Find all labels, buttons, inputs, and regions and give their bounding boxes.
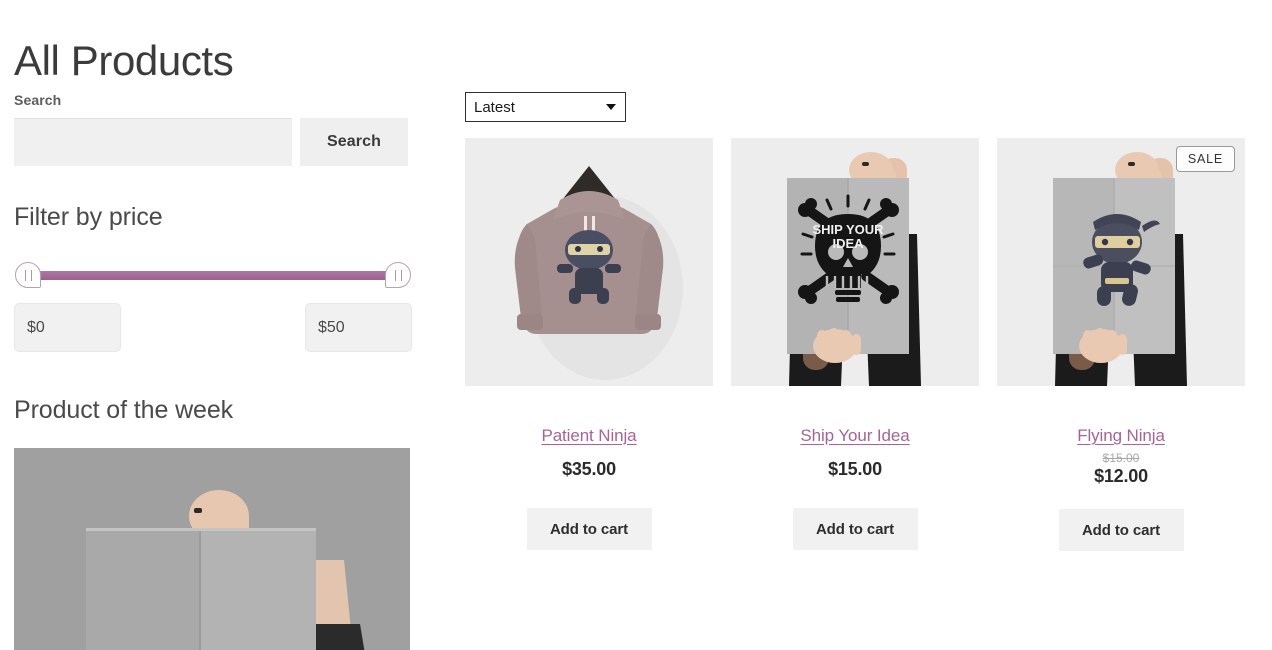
product-title-link[interactable]: Ship Your Idea (800, 426, 909, 446)
product-card: SALE Flying Ninja $15.00 $12.00 Add to c… (997, 138, 1245, 551)
price-slider-handle-max[interactable] (385, 262, 411, 288)
slider-grip-icon (394, 269, 402, 281)
price-min-field[interactable]: $0 (14, 303, 121, 352)
search-widget: Search Search (14, 92, 412, 166)
status-badge: SALE (1175, 146, 1235, 172)
product-of-the-week-image[interactable] (14, 448, 410, 650)
price-slider-track[interactable] (28, 271, 398, 280)
price-max-field[interactable]: $50 (305, 303, 412, 352)
product-listing-main: Latest Patient Ninja $35.00 Add to cart … (465, 92, 1265, 551)
product-of-the-week-widget: Product of the week (14, 395, 412, 650)
product-of-the-week-heading: Product of the week (14, 396, 234, 424)
product-image[interactable]: SALE (997, 138, 1245, 386)
sidebar: Search Search Filter by price $0 $50 Pro… (14, 92, 412, 650)
product-grid: Patient Ninja $35.00 Add to cart SHIP YO… (465, 138, 1265, 551)
search-label: Search (14, 92, 62, 108)
product-price: $15.00 $12.00 (997, 451, 1245, 487)
add-to-cart-button[interactable]: Add to cart (1058, 509, 1184, 551)
search-input[interactable] (14, 118, 292, 166)
search-button[interactable]: Search (300, 118, 408, 166)
product-image[interactable] (465, 138, 713, 386)
product-title-link[interactable]: Patient Ninja (541, 426, 636, 446)
product-card: SHIP YOUR IDEA Ship Your Idea $15.00 Add… (731, 138, 979, 551)
product-price: $35.00 (562, 459, 616, 479)
slider-grip-icon (24, 269, 32, 281)
hand-holding-poster-photo (14, 448, 410, 650)
product-original-price: $15.00 (1102, 451, 1140, 465)
product-image[interactable]: SHIP YOUR IDEA (731, 138, 979, 386)
search-row: Search (14, 118, 412, 166)
product-sale-price: $12.00 (1094, 466, 1148, 486)
price-filter-widget: Filter by price $0 $50 (14, 202, 412, 352)
price-value-fields: $0 $50 (14, 303, 412, 352)
product-card: Patient Ninja $35.00 Add to cart (465, 138, 713, 551)
product-listing-page: All Products Search Search Filter by pri… (0, 0, 1272, 650)
page-title: All Products (14, 37, 234, 85)
mauve-hoodie-with-ninja-graphic (465, 138, 713, 386)
price-filter-heading: Filter by price (14, 203, 163, 231)
product-title-link[interactable]: Flying Ninja (1077, 426, 1165, 446)
price-range-slider[interactable] (14, 262, 412, 288)
sort-select[interactable]: Latest (465, 92, 626, 122)
product-price: $15.00 (828, 459, 882, 479)
svg-text:IDEA: IDEA (832, 236, 864, 251)
add-to-cart-button[interactable]: Add to cart (526, 508, 652, 550)
svg-text:SHIP YOUR: SHIP YOUR (812, 222, 884, 237)
price-slider-handle-min[interactable] (15, 262, 41, 288)
chevron-down-icon (606, 104, 616, 110)
add-to-cart-button[interactable]: Add to cart (792, 508, 918, 550)
sort-select-value: Latest (474, 98, 515, 116)
person-holding-skull-ship-your-idea-poster: SHIP YOUR IDEA (731, 138, 979, 386)
person-holding-flying-ninja-poster (997, 138, 1245, 386)
